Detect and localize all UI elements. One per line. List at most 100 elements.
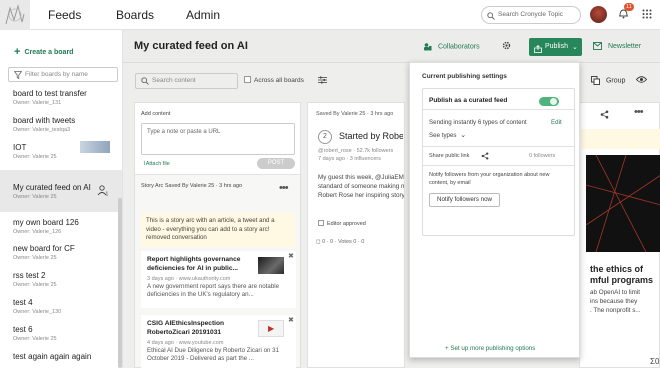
user-avatar[interactable] xyxy=(590,6,607,23)
board-owner: Owner: Valerie 25 xyxy=(13,255,57,261)
board-name: test 6 xyxy=(13,325,33,334)
post-button[interactable]: POST xyxy=(257,158,295,169)
content-column-3: ••• the ethics of mful programs ab OpenA… xyxy=(579,102,660,368)
group-icon xyxy=(591,76,602,85)
board-owner: Owner: Valerie 25 xyxy=(13,154,57,160)
article-image xyxy=(586,155,660,252)
collaborators-button[interactable]: Collaborators xyxy=(423,42,480,51)
top-navigation-bar: Feeds Boards Admin Search Cronycle Topic… xyxy=(0,0,660,30)
publish-settings-dropdown: Current publishing settings Publish as a… xyxy=(409,62,580,358)
board-item[interactable]: board with tweets Owner: Valerie_testqa3 xyxy=(0,116,122,138)
tweet-line: Robert Rose her inspiring story xyxy=(318,192,404,199)
card-description: Ethical AI Due Diligence by Roberto Zica… xyxy=(147,347,280,362)
setup-publishing-options-link[interactable]: + Set up more publishing options xyxy=(445,345,535,352)
card-thumbnail xyxy=(258,257,284,274)
nav-boards[interactable]: Boards xyxy=(116,8,154,22)
see-types-toggle[interactable]: See types ⌄ xyxy=(429,131,466,139)
comment-icon: ◻ xyxy=(316,239,321,245)
nav-admin[interactable]: Admin xyxy=(186,8,220,22)
article-title-line: mful programs xyxy=(590,275,654,285)
close-icon[interactable]: ✖ xyxy=(288,252,294,260)
story-arc-header: Story Arc Saved By Valerie 25 · 3 hrs ag… xyxy=(141,183,243,189)
topic-search-input[interactable]: Search Cronycle Topic xyxy=(481,6,581,24)
board-item[interactable]: test again again again xyxy=(0,352,122,366)
add-content-panel: Add content Type a note or paste a URL ⌇… xyxy=(135,103,300,175)
curated-feed-toggle[interactable] xyxy=(539,97,559,106)
board-name: my own board 126 xyxy=(13,218,79,227)
tweet-line: My guest this week, @JuliaEMcC xyxy=(318,174,404,181)
board-item[interactable]: test 4 Owner: Valerie_130 xyxy=(0,298,122,320)
highlight-strip xyxy=(581,129,660,149)
conversation-title[interactable]: Started by Robert F xyxy=(339,131,403,141)
content-column-2: Saved By Valerie 25 · 3 hrs ago 2 Starte… xyxy=(307,102,405,368)
divider xyxy=(423,146,574,147)
newsletter-button[interactable]: Newsletter xyxy=(593,42,641,50)
editor-approved-checkbox[interactable]: Editor approved xyxy=(318,220,366,227)
gear-icon[interactable] xyxy=(502,41,511,52)
board-owner: Owner: Valerie_126 xyxy=(13,229,62,235)
group-label: Group xyxy=(605,77,626,85)
board-thumbnail xyxy=(80,141,110,153)
apps-grid-icon[interactable] xyxy=(642,9,652,21)
create-board-button[interactable]: + Create a board xyxy=(14,46,73,58)
board-owner: Owner: Valerie_130 xyxy=(13,309,62,315)
sliders-icon[interactable] xyxy=(318,76,327,86)
filter-icon xyxy=(13,71,23,84)
search-content-input[interactable]: Search content xyxy=(135,73,238,89)
content-card[interactable]: Report highlights governance deficiencie… xyxy=(141,251,296,308)
more-options-icon[interactable]: ••• xyxy=(279,183,289,194)
sidebar-scrollbar[interactable] xyxy=(118,198,122,368)
notify-followers-button[interactable]: Notify followers now xyxy=(429,193,500,207)
conversation-count-badge: 2 xyxy=(318,130,332,144)
topic-search-placeholder: Search Cronycle Topic xyxy=(498,11,563,18)
cronycle-logo[interactable] xyxy=(0,0,30,30)
curated-feed-panel: Publish as a curated feed Sending instan… xyxy=(422,88,575,236)
nav-feeds[interactable]: Feeds xyxy=(48,8,81,22)
content-column-1: Add content Type a note or paste a URL ⌇… xyxy=(134,102,301,368)
plus-icon: + xyxy=(14,46,21,58)
attach-file-link[interactable]: ⌇Attach file xyxy=(143,161,170,167)
publish-icon xyxy=(534,43,542,61)
board-item[interactable]: rss test 2 Owner: Valerie 25 xyxy=(0,271,122,293)
group-button[interactable]: Group xyxy=(591,76,625,85)
board-name: board with tweets xyxy=(13,116,76,125)
publishing-settings-heading: Current publishing settings xyxy=(422,73,507,80)
collaborators-icon xyxy=(423,43,434,51)
board-item[interactable]: test 6 Owner: Valerie 25 xyxy=(0,325,122,347)
share-icon[interactable] xyxy=(481,152,489,162)
board-item[interactable]: IOT Owner: Valerie 25 xyxy=(0,141,122,165)
board-item[interactable]: board to test transfer Owner: Valerie_13… xyxy=(0,89,122,111)
board-item[interactable]: my own board 126 Owner: Valerie_126 xyxy=(0,218,122,240)
publish-button[interactable]: Publish ⌄ xyxy=(529,38,582,56)
board-item-active[interactable]: My curated feed on AI Owner: Valerie 25 … xyxy=(0,170,122,212)
attach-file-label: Attach file xyxy=(145,161,170,167)
filter-boards-placeholder: Filter boards by name xyxy=(25,71,88,78)
across-boards-checkbox[interactable]: Across all boards xyxy=(244,76,304,84)
divider xyxy=(423,109,574,110)
card-title: CSIG AIEthicsInspection RobertoZicari 20… xyxy=(147,320,225,336)
note-url-input[interactable]: Type a note or paste a URL xyxy=(141,123,295,155)
content-card[interactable]: CSIG AIEthicsInspection RobertoZicari 20… xyxy=(141,315,296,368)
close-icon[interactable]: ✖ xyxy=(288,316,294,324)
followers-count: 0 followers xyxy=(529,153,556,159)
newsletter-label: Newsletter xyxy=(607,42,642,50)
article-title[interactable]: the ethics of mful programs xyxy=(590,264,653,286)
card-action-bar[interactable]: ◻ 0 · 0 · Votes 0 · 0 xyxy=(316,239,364,245)
collaborators-label: Collaborators xyxy=(437,43,480,51)
eye-icon[interactable] xyxy=(635,76,648,85)
board-header: My curated feed on AI Collaborators Publ… xyxy=(123,30,660,63)
tweet-line: standard of someone making me xyxy=(318,183,404,190)
card-meta: 3 days ago · www.ukauthority.com xyxy=(147,276,231,282)
board-name: test 4 xyxy=(13,298,33,307)
edit-link[interactable]: Edit xyxy=(551,119,562,126)
board-item[interactable]: new board for CF Owner: Valerie 25 xyxy=(0,244,122,266)
filter-boards-input[interactable]: Filter boards by name xyxy=(8,67,118,82)
share-icon[interactable] xyxy=(600,110,609,121)
more-options-icon[interactable]: ••• xyxy=(634,107,644,118)
board-name: new board for CF xyxy=(13,244,75,253)
video-thumbnail: ▶ xyxy=(258,320,284,337)
newsletter-icon xyxy=(593,42,604,50)
boards-sidebar: + Create a board Filter boards by name bo… xyxy=(0,30,123,368)
board-owner: Owner: Valerie 25 xyxy=(13,336,57,342)
article-title-line: the ethics of xyxy=(590,264,644,274)
